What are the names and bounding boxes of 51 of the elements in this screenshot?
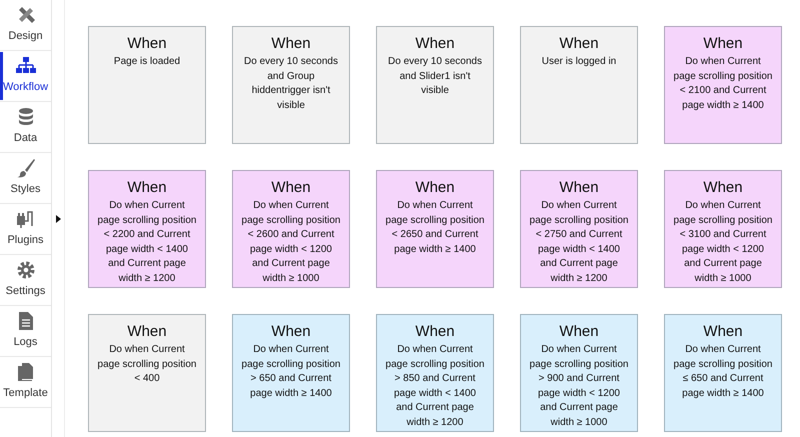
event-title: When	[414, 35, 456, 53]
event-title: When	[126, 35, 168, 53]
event-title: When	[270, 35, 312, 53]
event-title: When	[702, 35, 744, 53]
event-card[interactable]: When Do when Current page scrolling position < 2650 and Current page width ≥ 1400	[376, 170, 494, 288]
event-title: When	[270, 179, 312, 197]
event-card[interactable]: When Do when Current page scrolling position < 3100 and Current page width < 1200 and Current page width ≥ 1000	[664, 170, 782, 288]
event-condition: Do when Current page scrolling position > 900 and Current page width < 1200 and Current page width ≥ 1000	[529, 343, 629, 430]
event-card[interactable]: When Do when Current page scrolling position < 2600 and Current page width < 1200 and Current page width ≥ 1000	[232, 170, 350, 288]
event-title: When	[414, 323, 456, 341]
documents-icon	[16, 362, 36, 382]
event-title: When	[558, 323, 600, 341]
event-title: When	[270, 323, 312, 341]
brush-icon	[16, 158, 36, 178]
plug-icon	[16, 209, 36, 230]
event-title: When	[558, 179, 600, 197]
event-card[interactable]: When Do when Current page scrolling position > 900 and Current page width < 1200 and Current page width ≥ 1000	[520, 314, 638, 432]
event-condition: Do when Current page scrolling position < 2750 and Current page width < 1400 and Current page width ≥ 1200	[529, 199, 629, 286]
event-condition: Do when Current page scrolling position > 650 and Current page width ≥ 1400	[241, 343, 341, 400]
event-title: When	[126, 323, 168, 341]
event-title: When	[702, 323, 744, 341]
gear-icon	[16, 260, 36, 280]
event-condition: Do when Current page scrolling position < 400	[97, 343, 197, 386]
event-condition: Do when Current page scrolling position < 3100 and Current page width < 1200 and Current page width ≥ 1000	[673, 199, 773, 286]
event-card[interactable]: When Do when Current page scrolling position ≤ 650 and Current page width ≥ 1400	[664, 314, 782, 432]
event-card[interactable]: When Page is loaded	[88, 26, 206, 144]
event-title: When	[558, 35, 600, 53]
event-card[interactable]: When Do when Current page scrolling position < 2750 and Current page width < 1400 and Current page width ≥ 1200	[520, 170, 638, 288]
event-condition: Do when Current page scrolling position < 2600 and Current page width < 1200 and Current page width ≥ 1000	[241, 199, 341, 286]
event-card[interactable]: When User is logged in	[520, 26, 638, 144]
event-title: When	[702, 179, 744, 197]
event-condition: Do when Current page scrolling position ≤ 650 and Current page width ≥ 1400	[673, 343, 773, 400]
event-condition: Do when Current page scrolling position > 850 and Current page width < 1400 and Current page width ≥ 1200	[385, 343, 485, 430]
event-card[interactable]: When Do when Current page scrolling position < 400	[88, 314, 206, 432]
event-card[interactable]: When Do when Current page scrolling position < 2200 and Current page width < 1400 and Current page width ≥ 1200	[88, 170, 206, 288]
event-condition: Do when Current page scrolling position < 2200 and Current page width < 1400 and Current page width ≥ 1200	[97, 199, 197, 286]
event-title: When	[126, 179, 168, 197]
event-card[interactable]: When Do every 10 seconds and Group hiddentrigger isn't visible	[232, 26, 350, 144]
event-card[interactable]: When Do when Current page scrolling position > 850 and Current page width < 1400 and Current page width ≥ 1200	[376, 314, 494, 432]
event-title: When	[414, 179, 456, 197]
event-condition: Do when Current page scrolling position < 2650 and Current page width ≥ 1400	[385, 199, 485, 256]
event-card[interactable]: When Do every 10 seconds and Slider1 isn't visible	[376, 26, 494, 144]
event-card[interactable]: When Do when Current page scrolling position < 2100 and Current page width ≥ 1400	[664, 26, 782, 144]
event-condition: Do when Current page scrolling position < 2100 and Current page width ≥ 1400	[673, 55, 773, 112]
event-condition: User is logged in	[540, 55, 618, 69]
event-card[interactable]: When Do when Current page scrolling position > 650 and Current page width ≥ 1400	[232, 314, 350, 432]
event-condition: Do every 10 seconds and Group hiddentrigger isn't visible	[243, 55, 339, 112]
event-condition: Do every 10 seconds and Slider1 isn't visible	[387, 55, 483, 98]
sidebar-tab[interactable]: Workflow	[0, 51, 51, 102]
expand-arrow-icon[interactable]	[56, 214, 60, 222]
event-condition: Page is loaded	[112, 55, 182, 69]
